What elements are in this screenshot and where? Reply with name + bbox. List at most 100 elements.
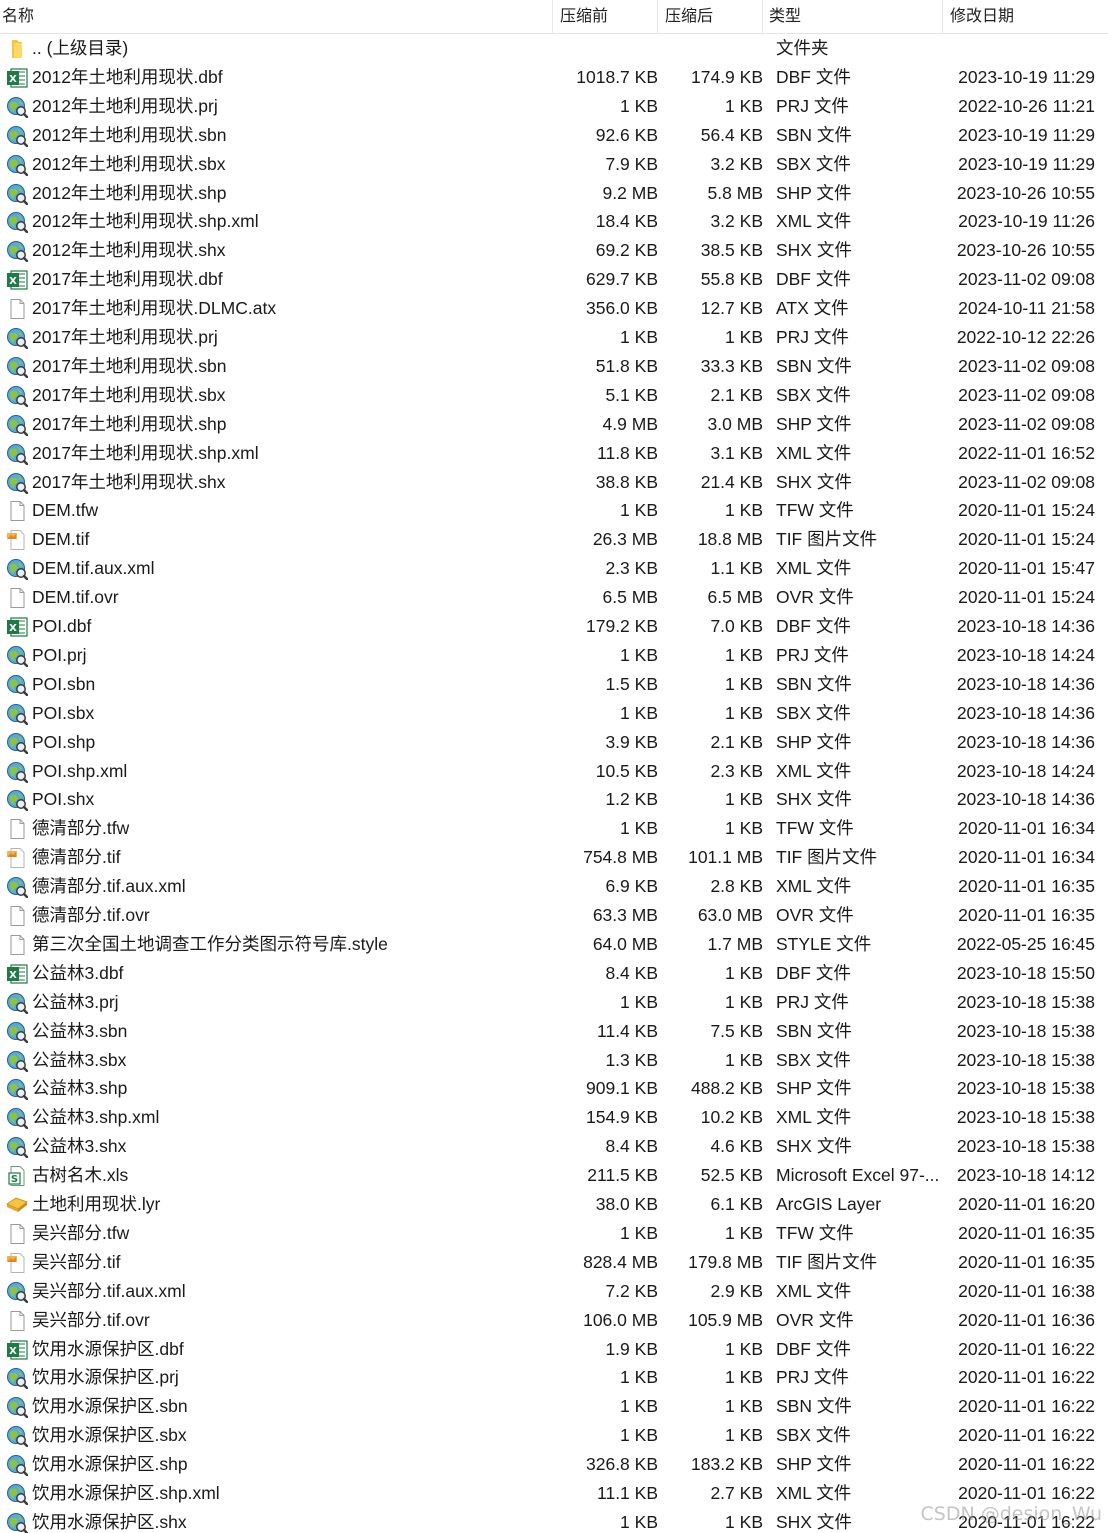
file-size: 1 KB [620,1222,658,1243]
file-row[interactable]: 2012年土地利用现状.shx 69.2 KB 38.5 KB SHX 文件 2023-… [0,236,1108,265]
globe-icon [6,240,29,263]
file-row[interactable]: POI.shx 1.2 KB 1 KB SHX 文件 2023-10-18 14:36 [0,785,1108,814]
file-size: 6.9 KB [605,876,658,897]
file-row[interactable]: DEM.tif.ovr 6.5 MB 6.5 MB OVR 文件 2020-11-01 … [0,583,1108,612]
file-row[interactable]: X 2012年土地利用现状.dbf 1018.7 KB 174.9 KB DBF 文件 2… [0,63,1108,92]
file-compressed-size: 1.1 KB [710,558,763,579]
file-row[interactable]: 吴兴部分.tif.ovr 106.0 MB 105.9 MB OVR 文件 2020-1… [0,1306,1108,1335]
file-row[interactable]: 饮用水源保护区.sbx 1 KB 1 KB SBX 文件 2020-11-01 16:2… [0,1421,1108,1450]
file-row[interactable]: X 2017年土地利用现状.dbf 629.7 KB 55.8 KB DBF 文件 202… [0,265,1108,294]
file-row[interactable]: 吴兴部分.tif.aux.xml 7.2 KB 2.9 KB XML 文件 2020-1… [0,1277,1108,1306]
file-row[interactable]: 公益林3.shx 8.4 KB 4.6 KB SHX 文件 2023-10-18 15:… [0,1132,1108,1161]
file-row[interactable]: 德清部分.tif 754.8 MB 101.1 MB TIF 图片文件 2020-11-… [0,843,1108,872]
file-row[interactable]: 2017年土地利用现状.shx 38.8 KB 21.4 KB SHX 文件 2023-… [0,468,1108,497]
file-row[interactable]: X 饮用水源保护区.dbf 1.9 KB 1 KB DBF 文件 2020-11-01 1… [0,1335,1108,1364]
file-compressed-size: 1 KB [725,789,763,810]
file-row[interactable]: 饮用水源保护区.sbn 1 KB 1 KB SBN 文件 2020-11-01 16:2… [0,1392,1108,1421]
file-name: POI.shx [32,789,95,810]
file-row[interactable]: 2017年土地利用现状.shp 4.9 MB 3.0 MB SHP 文件 2023-11… [0,410,1108,439]
file-size: 1.5 KB [605,673,658,694]
file-modified-date: 2023-10-18 14:24 [956,760,1095,781]
file-row[interactable]: 2017年土地利用现状.shp.xml 11.8 KB 3.1 KB XML 文件 20… [0,439,1108,468]
file-row[interactable]: 吴兴部分.tfw 1 KB 1 KB TFW 文件 2020-11-01 16:35 [0,1219,1108,1248]
column-header-modified[interactable]: 修改日期 [950,0,1014,34]
file-row[interactable]: 德清部分.tif.ovr 63.3 MB 63.0 MB OVR 文件 2020-11-… [0,901,1108,930]
file-size: 828.4 MB [583,1251,658,1272]
watermark: CSDN @desion_Wu [920,1503,1102,1525]
file-name: 2017年土地利用现状.sbn [32,355,227,376]
file-row[interactable]: 土地利用现状.lyr 38.0 KB 6.1 KB ArcGIS Layer 2020-… [0,1190,1108,1219]
file-name: 公益林3.sbn [32,1020,128,1041]
file-row[interactable]: 公益林3.sbn 11.4 KB 7.5 KB SBN 文件 2023-10-18 15… [0,1017,1108,1046]
globe-icon [6,211,29,234]
file-row[interactable]: POI.shp.xml 10.5 KB 2.3 KB XML 文件 2023-10-18… [0,757,1108,786]
file-size: 7.9 KB [605,153,658,174]
file-row[interactable]: 2012年土地利用现状.shp 9.2 MB 5.8 MB SHP 文件 2023-10… [0,179,1108,208]
file-type: SBN 文件 [776,1020,852,1041]
file-row[interactable]: X 公益林3.dbf 8.4 KB 1 KB DBF 文件 2023-10-18 15:5… [0,959,1108,988]
file-row[interactable]: 德清部分.tfw 1 KB 1 KB TFW 文件 2020-11-01 16:34 [0,814,1108,843]
file-row[interactable]: POI.sbn 1.5 KB 1 KB SBN 文件 2023-10-18 14:36 [0,670,1108,699]
column-header-type[interactable]: 类型 [769,0,801,34]
globe-icon [6,385,29,407]
image-file-icon [6,847,28,869]
spreadsheet-icon: S [6,1165,28,1187]
file-row[interactable]: DEM.tif 26.3 MB 18.8 MB TIF 图片文件 2020-11-01 … [0,525,1108,554]
file-name: 土地利用现状.lyr [32,1194,161,1214]
file-modified-date: 2023-10-26 10:55 [956,182,1095,203]
file-row[interactable]: 2012年土地利用现状.shp.xml 18.4 KB 3.2 KB XML 文件 20… [0,207,1108,236]
file-row[interactable]: 2017年土地利用现状.DLMC.atx 356.0 KB 12.7 KB ATX 文… [0,294,1108,323]
file-row[interactable]: 2017年土地利用现状.sbx 5.1 KB 2.1 KB SBX 文件 2023-11… [0,381,1108,410]
parent-directory-row[interactable]: .. (上级目录) 文件夹 [0,34,1108,63]
file-size: 1 KB [620,1367,658,1388]
file-row[interactable]: 饮用水源保护区.prj 1 KB 1 KB PRJ 文件 2020-11-01 16:2… [0,1363,1108,1392]
file-row[interactable]: 公益林3.sbx 1.3 KB 1 KB SBX 文件 2023-10-18 15:38 [0,1046,1108,1075]
file-name: 公益林3.shp [32,1078,128,1099]
column-divider[interactable] [942,0,943,34]
file-type: DBF 文件 [776,66,851,87]
file-row[interactable]: 第三次全国土地调查工作分类图示符号库.style 64.0 MB 1.7 MB STY… [0,930,1108,959]
file-row[interactable]: 2012年土地利用现状.sbn 92.6 KB 56.4 KB SBN 文件 2023-… [0,121,1108,150]
file-modified-date: 2022-10-12 22:26 [956,327,1095,347]
file-row[interactable]: DEM.tfw 1 KB 1 KB TFW 文件 2020-11-01 15:24 [0,496,1108,525]
file-row[interactable]: X POI.dbf 179.2 KB 7.0 KB DBF 文件 2023-10-18 1… [0,612,1108,641]
file-compressed-size: 6.5 MB [707,587,763,608]
file-size: 3.9 KB [605,731,658,752]
file-modified-date: 2023-10-18 14:36 [956,673,1095,694]
file-row[interactable]: 公益林3.prj 1 KB 1 KB PRJ 文件 2023-10-18 15:38 [0,988,1108,1017]
file-row[interactable]: 公益林3.shp.xml 154.9 KB 10.2 KB XML 文件 2023-10… [0,1103,1108,1132]
image-file-icon [6,1252,28,1274]
file-row[interactable]: 2017年土地利用现状.sbn 51.8 KB 33.3 KB SBN 文件 2023-… [0,352,1108,381]
file-type: XML 文件 [776,876,852,897]
file-row[interactable]: 公益林3.shp 909.1 KB 488.2 KB SHP 文件 2023-10-18… [0,1074,1108,1103]
file-compressed-size: 63.0 MB [697,905,763,925]
file-row[interactable]: DEM.tif.aux.xml 2.3 KB 1.1 KB XML 文件 2020-11… [0,554,1108,583]
file-modified-date: 2020-11-01 15:24 [958,587,1095,608]
file-compressed-size: 21.4 KB [700,471,763,492]
file-name: 吴兴部分.tif.aux.xml [32,1280,186,1301]
file-row[interactable]: 饮用水源保护区.shp 326.8 KB 183.2 KB SHP 文件 2020-11… [0,1450,1108,1479]
file-row[interactable]: POI.sbx 1 KB 1 KB SBX 文件 2023-10-18 14:36 [0,699,1108,728]
column-header-name[interactable]: 名称 [2,0,34,34]
column-divider[interactable] [552,0,553,34]
column-header-size[interactable]: 压缩前 [560,0,608,34]
column-header-compressed[interactable]: 压缩后 [665,0,713,34]
file-row[interactable]: S 古树名木.xls 211.5 KB 52.5 KB Microsoft Excel … [0,1161,1108,1190]
globe-icon [6,674,29,696]
file-row[interactable]: 2017年土地利用现状.prj 1 KB 1 KB PRJ 文件 2022-10-12 … [0,323,1108,352]
file-type: DBF 文件 [776,269,851,290]
file-size: 154.9 KB [586,1107,658,1128]
file-row[interactable]: 吴兴部分.tif 828.4 MB 179.8 MB TIF 图片文件 2020-11-… [0,1248,1108,1277]
globe-icon [6,761,29,783]
file-name: POI.dbf [32,616,92,636]
file-row[interactable]: 2012年土地利用现状.prj 1 KB 1 KB PRJ 文件 2022-10-26 … [0,92,1108,121]
file-row[interactable]: POI.prj 1 KB 1 KB PRJ 文件 2023-10-18 14:24 [0,641,1108,670]
column-divider[interactable] [762,0,763,34]
file-row[interactable]: 2012年土地利用现状.sbx 7.9 KB 3.2 KB SBX 文件 2023-10… [0,150,1108,179]
svg-text:S: S [11,1174,18,1185]
file-size: 51.8 KB [595,355,658,376]
file-compressed-size: 183.2 KB [691,1454,763,1475]
file-row[interactable]: 德清部分.tif.aux.xml 6.9 KB 2.8 KB XML 文件 2020-1… [0,872,1108,901]
column-divider[interactable] [657,0,658,34]
file-row[interactable]: POI.shp 3.9 KB 2.1 KB SHP 文件 2023-10-18 14:3… [0,728,1108,757]
